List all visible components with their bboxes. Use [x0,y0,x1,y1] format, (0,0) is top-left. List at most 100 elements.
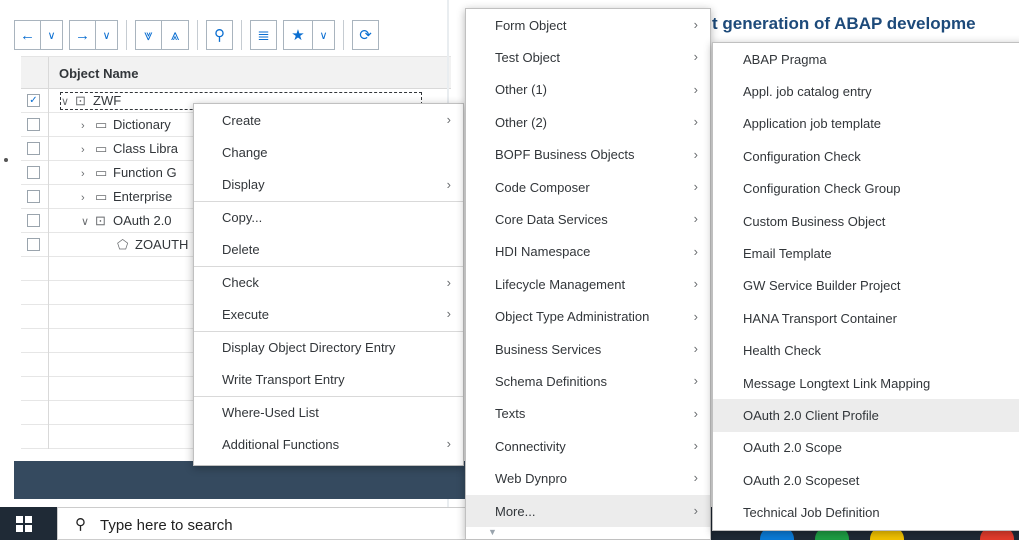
menu-item-create[interactable]: Create › [194,104,463,136]
chevron-down-icon[interactable]: ∨ [81,215,95,228]
menu-item-change[interactable]: Change [194,136,463,168]
folder-icon: ▭ [95,117,108,132]
chevron-right-icon: › [693,438,698,454]
row-checkbox[interactable] [27,118,40,131]
edge-marker [4,158,8,162]
chevron-right-icon[interactable]: › [81,168,95,180]
menu-item-additional-functions[interactable]: Additional Functions › [194,428,463,460]
row-checkbox[interactable] [27,190,40,203]
menu-item-execute[interactable]: Execute › [194,298,463,330]
chevron-right-icon: › [446,435,451,451]
menu-item-where-used-list[interactable]: Where-Used List [194,395,463,428]
chevron-right-icon: › [446,274,451,290]
menu-item-email-template[interactable]: Email Template [713,237,1019,269]
menu-item-gw-service-builder-project[interactable]: GW Service Builder Project [713,270,1019,302]
menu-item-health-check[interactable]: Health Check [713,335,1019,367]
menu-item-texts[interactable]: Texts › [466,398,710,430]
menu-item-write-transport-entry[interactable]: Write Transport Entry [194,363,463,395]
menu-item-bopf-business-objects[interactable]: BOPF Business Objects › [466,139,710,171]
tree-node-label: Function G [113,165,177,180]
menu-item-web-dynpro[interactable]: Web Dynpro › [466,462,710,494]
chevron-right-icon[interactable]: › [81,120,95,132]
row-checkbox[interactable] [27,214,40,227]
taskbar-search-placeholder: Type here to search [100,517,233,534]
menu-item-other-2[interactable]: Other (2) › [466,106,710,138]
menu-item-schema-definitions[interactable]: Schema Definitions › [466,365,710,397]
collapse-all-icon[interactable]: ⩔ [135,20,162,50]
taskbar-search-box[interactable]: ⚲ Type here to search [57,507,467,540]
chevron-down-icon[interactable]: ∨ [313,20,335,50]
menu-item-abap-pragma[interactable]: ABAP Pragma [713,43,1019,75]
column-header-object-name: Object Name [59,66,139,81]
object-icon: ⬠ [117,237,129,252]
context-menu: Create › Change Display › Copy... Delete C… [193,103,464,466]
menu-item-oauth-client-profile[interactable]: OAuth 2.0 Client Profile [713,399,1019,432]
row-checkbox[interactable] [27,166,40,179]
chevron-down-icon[interactable]: ∨ [41,20,63,50]
menu-item-test-object[interactable]: Test Object › [466,41,710,73]
menu-item-message-longtext-link-mapping[interactable]: Message Longtext Link Mapping [713,367,1019,399]
row-checkbox[interactable] [27,238,40,251]
menu-item-hdi-namespace[interactable]: HDI Namespace › [466,236,710,268]
menu-item-configuration-check-group[interactable]: Configuration Check Group [713,173,1019,205]
footer-bar [14,461,474,499]
scroll-down-icon[interactable]: ▼ [488,527,497,537]
row-checkbox[interactable] [27,142,40,155]
folder-icon: ▭ [95,189,108,204]
toolbar-divider [343,20,344,50]
menu-item-application-job-template[interactable]: Application job template [713,108,1019,140]
tree-toolbar: ← ∨ → ∨ ⩔ ⩓ ⚲ ≣ ★ ∨ ⟳ [14,18,379,52]
tree-node-label: ZOAUTH [135,237,189,252]
tree-node-label: Enterprise [113,189,173,204]
chevron-right-icon[interactable]: › [81,144,95,156]
chevron-right-icon: › [446,112,451,127]
arrow-left-icon[interactable]: ← [14,20,41,50]
menu-item-business-services[interactable]: Business Services › [466,333,710,365]
create-submenu: Form Object › Test Object › Other (1) › Oth… [465,8,711,540]
chevron-right-icon: › [693,502,698,518]
menu-item-display[interactable]: Display › [194,169,463,201]
chevron-down-icon[interactable]: ∨ [61,95,75,108]
chevron-right-icon: › [693,49,698,65]
chevron-right-icon: › [693,470,698,486]
menu-item-core-data-services[interactable]: Core Data Services › [466,203,710,235]
arrow-right-icon[interactable]: → [69,20,96,50]
hierarchy-icon[interactable]: ≣ [250,20,277,50]
row-checkbox[interactable]: ✓ [27,94,40,107]
windows-start-icon[interactable] [16,516,32,532]
search-icon: ⚲ [75,516,86,533]
menu-item-other-1[interactable]: Other (1) › [466,74,710,106]
menu-item-oauth-scope[interactable]: OAuth 2.0 Scope [713,432,1019,464]
menu-item-more[interactable]: More... › [466,494,710,528]
tree-node-label: ZWF [93,93,122,108]
menu-item-oauth-scopeset[interactable]: OAuth 2.0 Scopeset [713,464,1019,496]
chevron-down-icon[interactable]: ∨ [96,20,118,50]
menu-item-copy[interactable]: Copy... [194,201,463,233]
menu-item-delete[interactable]: Delete [194,234,463,266]
menu-item-lifecycle-management[interactable]: Lifecycle Management › [466,268,710,300]
menu-item-technical-job-definition[interactable]: Technical Job Definition [713,496,1019,528]
chevron-right-icon[interactable]: › [81,192,95,204]
menu-item-hana-transport-container[interactable]: HANA Transport Container [713,302,1019,334]
menu-item-appl-job-catalog-entry[interactable]: Appl. job catalog entry [713,75,1019,107]
favorites-group: ★ ∨ [283,20,335,50]
expand-all-icon[interactable]: ⩓ [162,20,189,50]
menu-item-custom-business-object[interactable]: Custom Business Object [713,205,1019,237]
refresh-icon[interactable]: ⟳ [352,20,379,50]
menu-item-connectivity[interactable]: Connectivity › [466,430,710,462]
folder-icon: ▭ [95,141,108,156]
task-view-icon[interactable]: ⊟ [443,514,455,531]
search-icon[interactable]: ⚲ [206,20,233,50]
chevron-right-icon: › [693,340,698,356]
menu-item-form-object[interactable]: Form Object › [466,9,710,41]
selection-column-header [21,57,49,89]
menu-item-configuration-check[interactable]: Configuration Check [713,140,1019,172]
menu-item-object-type-administration[interactable]: Object Type Administration › [466,301,710,333]
menu-item-display-object-directory-entry[interactable]: Display Object Directory Entry [194,330,463,363]
tree-header: Object Name [21,57,451,89]
star-icon[interactable]: ★ [283,20,313,50]
menu-item-check[interactable]: Check › [194,265,463,298]
menu-item-code-composer[interactable]: Code Composer › [466,171,710,203]
chevron-right-icon: › [693,211,698,227]
chevron-right-icon: › [693,114,698,130]
